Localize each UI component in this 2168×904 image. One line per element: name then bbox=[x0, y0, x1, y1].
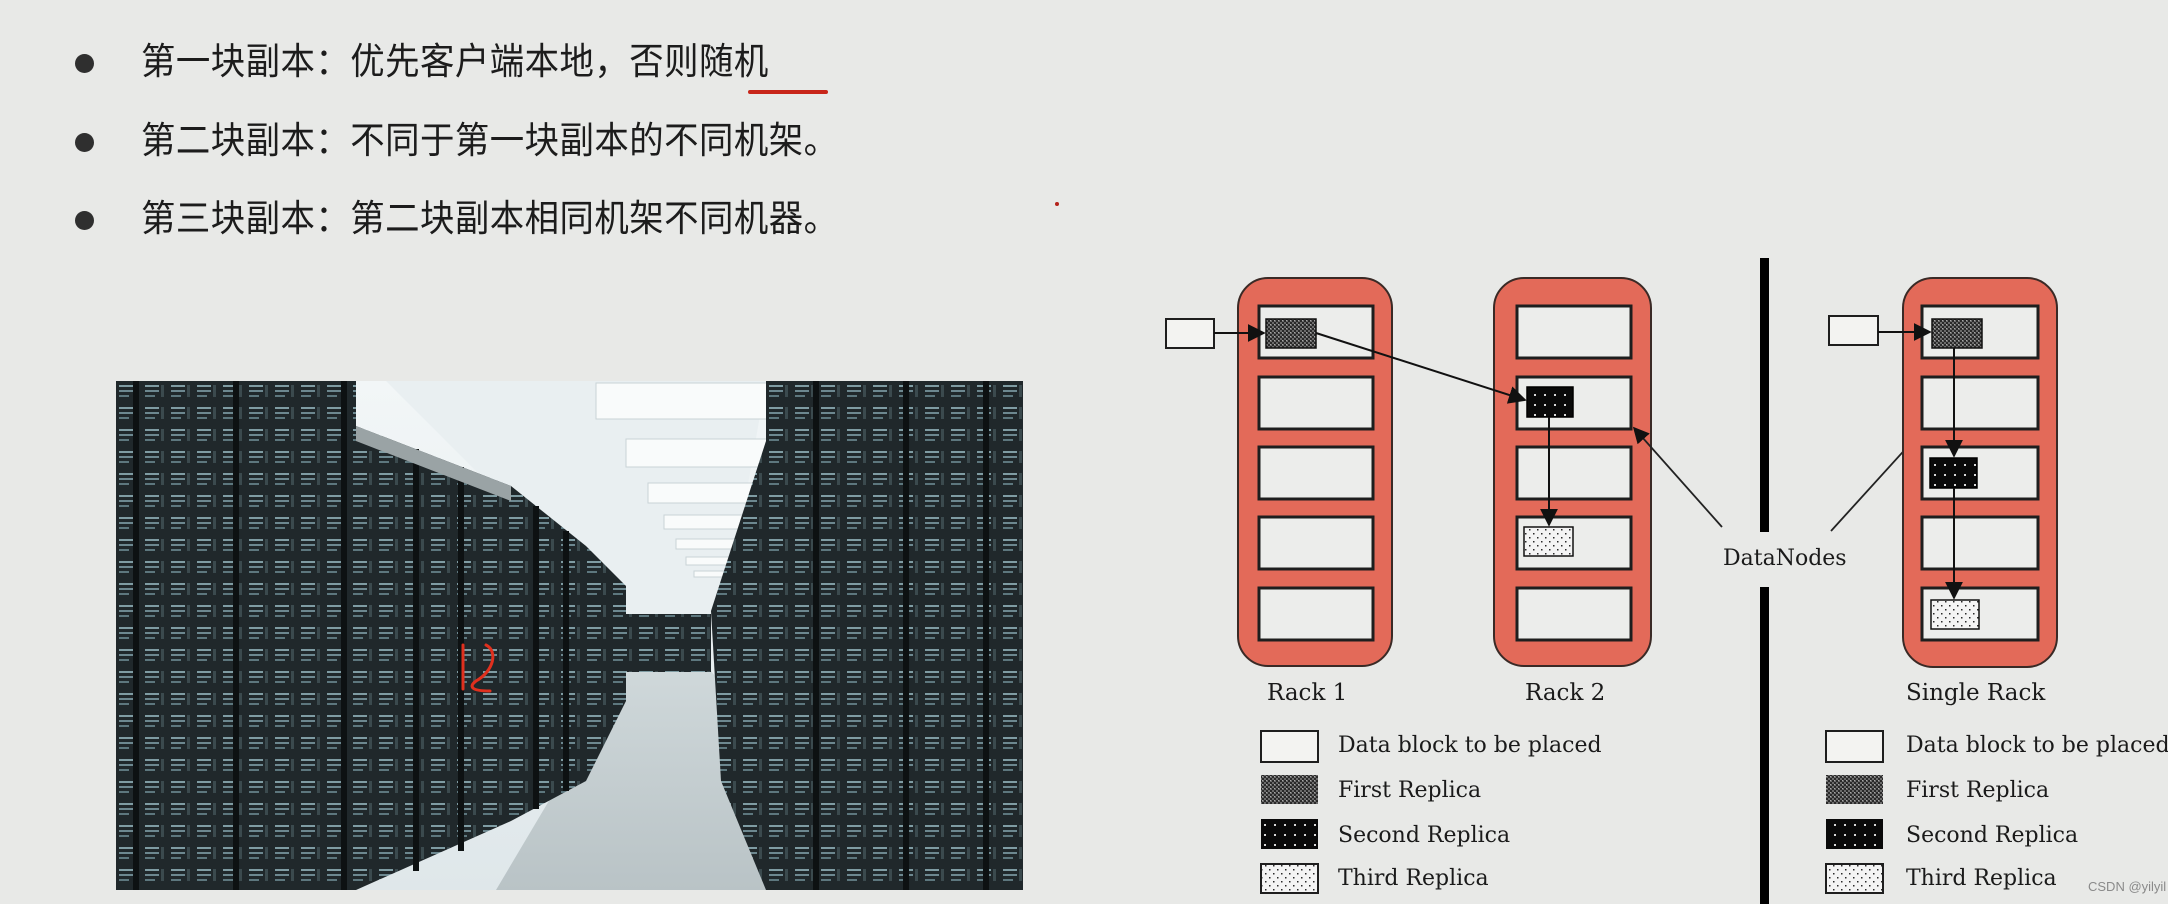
legend-swatch-first bbox=[1261, 775, 1318, 804]
rack-slot bbox=[1257, 515, 1375, 571]
legend-swatch-block bbox=[1260, 730, 1319, 763]
rack-slot bbox=[1257, 445, 1375, 501]
legend-swatch-third bbox=[1260, 863, 1319, 894]
third-replica-block bbox=[1930, 599, 1980, 630]
legend-label: Second Replica bbox=[1906, 823, 2078, 848]
rack-slot bbox=[1920, 515, 2040, 571]
rack-slot bbox=[1515, 586, 1633, 642]
rack-slot bbox=[1257, 586, 1375, 642]
source-data-block bbox=[1165, 318, 1215, 349]
rack-label: Single Rack bbox=[1906, 680, 2046, 706]
legend-swatch-first bbox=[1826, 775, 1883, 804]
rack-label: Rack 2 bbox=[1525, 680, 1605, 706]
replica-placement-diagram: Rack 1 Rack 2 DataNodes Single Rack Data… bbox=[1165, 258, 2168, 904]
legend-swatch-second bbox=[1826, 819, 1883, 849]
legend-left: Data block to be placed First Replica Se… bbox=[1260, 730, 1602, 894]
watermark: CSDN @yilyil bbox=[2088, 879, 2167, 894]
first-replica-block bbox=[1265, 318, 1317, 349]
legend-label: Second Replica bbox=[1338, 823, 1510, 848]
legend-swatch-block bbox=[1825, 730, 1884, 763]
rack-label: Rack 1 bbox=[1267, 680, 1347, 706]
panel-divider bbox=[1760, 587, 1769, 904]
rack-slot bbox=[1257, 375, 1375, 431]
first-replica-block bbox=[1931, 318, 1983, 349]
legend-label: Third Replica bbox=[1338, 866, 1489, 891]
panel-divider bbox=[1760, 258, 1769, 532]
legend-right: Data block to be placed First Replica Se… bbox=[1825, 730, 2168, 894]
second-replica-block bbox=[1526, 386, 1574, 418]
legend-label: Data block to be placed bbox=[1906, 733, 2168, 758]
legend-label: Data block to be placed bbox=[1338, 733, 1602, 758]
source-data-block bbox=[1828, 315, 1879, 346]
third-replica-block bbox=[1523, 526, 1574, 557]
rack-1: Rack 1 bbox=[1237, 277, 1393, 706]
rack-slot bbox=[1515, 304, 1633, 360]
single-rack: Single Rack bbox=[1902, 277, 2058, 706]
datanodes-label: DataNodes bbox=[1723, 546, 1847, 571]
rack-2: Rack 2 bbox=[1493, 277, 1652, 706]
rack-slot bbox=[1920, 375, 2040, 431]
legend-swatch-third bbox=[1825, 863, 1884, 894]
legend-label: First Replica bbox=[1906, 778, 2049, 803]
legend-swatch-second bbox=[1261, 819, 1318, 849]
rack-slot bbox=[1515, 445, 1633, 501]
legend-label: Third Replica bbox=[1906, 866, 2057, 891]
second-replica-block bbox=[1929, 457, 1978, 489]
legend-label: First Replica bbox=[1338, 778, 1481, 803]
